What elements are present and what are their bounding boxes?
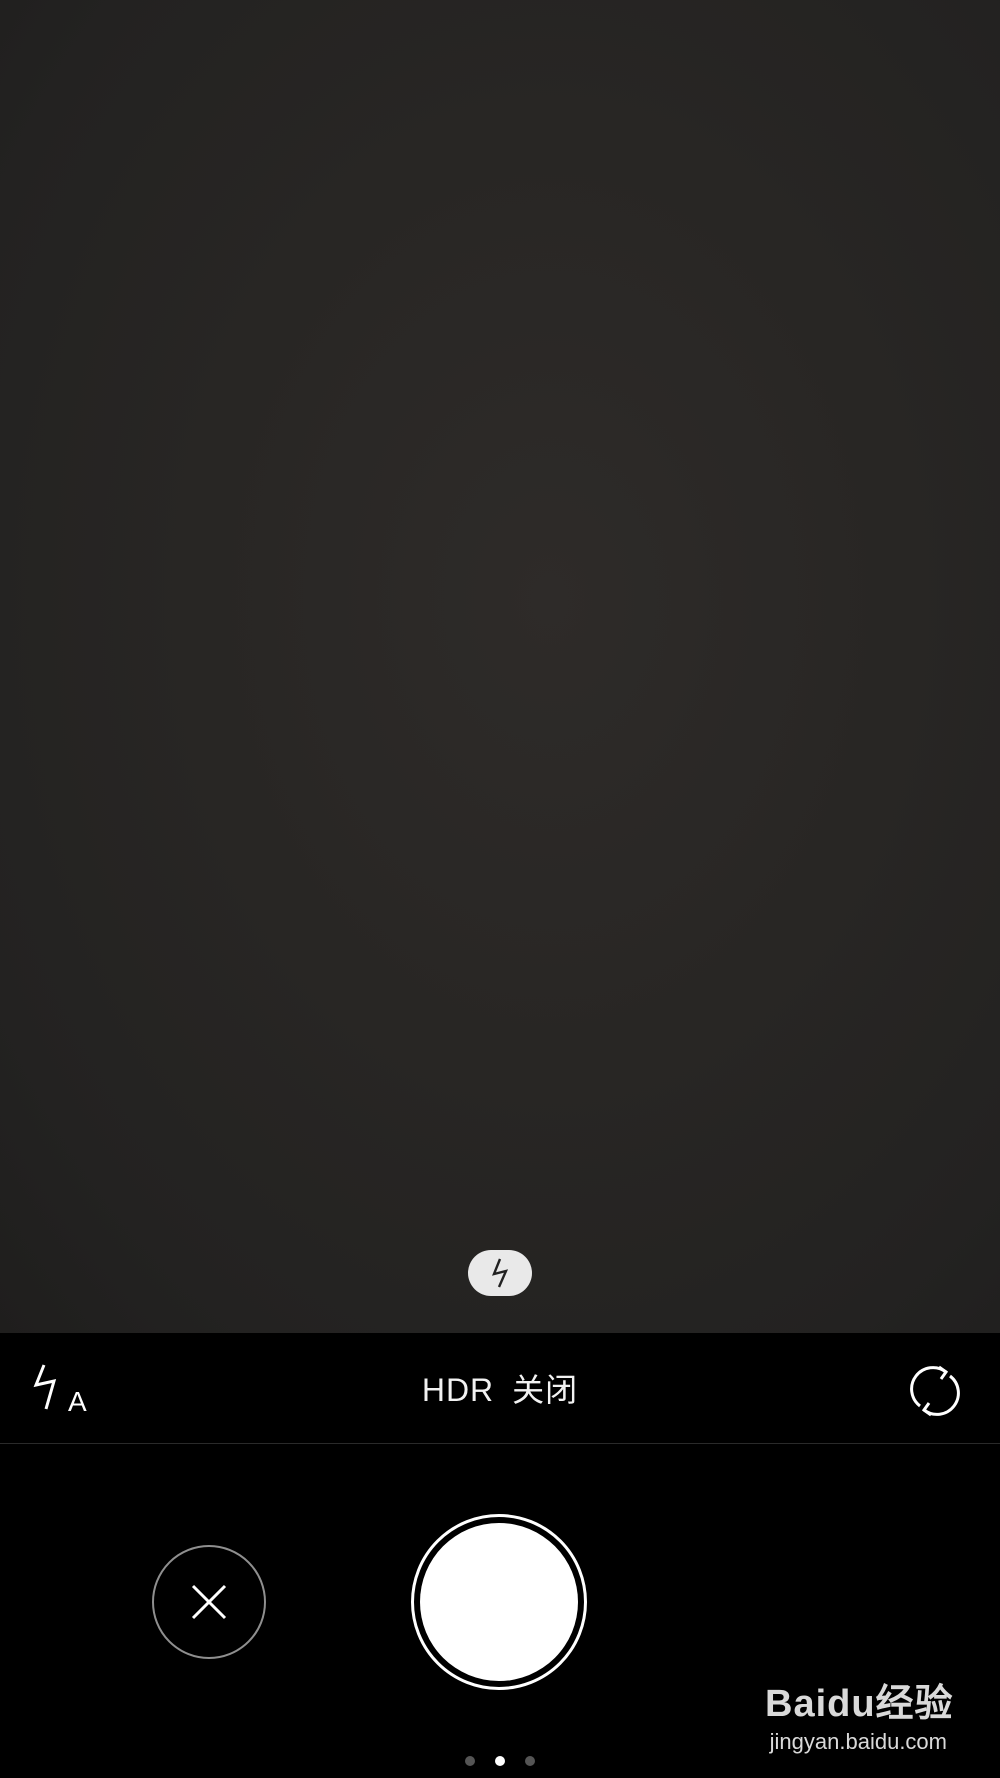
shutter-core [420, 1523, 578, 1681]
cancel-button[interactable] [152, 1545, 266, 1659]
flash-icon [492, 1258, 509, 1288]
hdr-state: 关闭 [512, 1372, 579, 1408]
flash-mode-letter: A [68, 1386, 87, 1417]
flash-indicator[interactable] [468, 1250, 532, 1296]
camera-viewfinder[interactable] [0, 0, 1000, 1333]
flash-mode-button[interactable]: A [30, 1363, 100, 1419]
page-indicator [0, 1756, 1000, 1768]
switch-camera-icon [910, 1365, 960, 1417]
hdr-label: HDR [421, 1372, 495, 1408]
page-dot-active[interactable] [495, 1756, 505, 1766]
page-dot[interactable] [465, 1756, 475, 1766]
close-icon [191, 1584, 227, 1620]
switch-camera-button[interactable] [906, 1362, 964, 1420]
flash-auto-icon: A [33, 1364, 87, 1417]
camera-toolbar: A HDR 关闭 [0, 1333, 1000, 1444]
shutter-button[interactable] [411, 1514, 587, 1690]
hdr-toggle[interactable]: HDR 关闭 [422, 1365, 578, 1411]
page-dot[interactable] [525, 1756, 535, 1766]
